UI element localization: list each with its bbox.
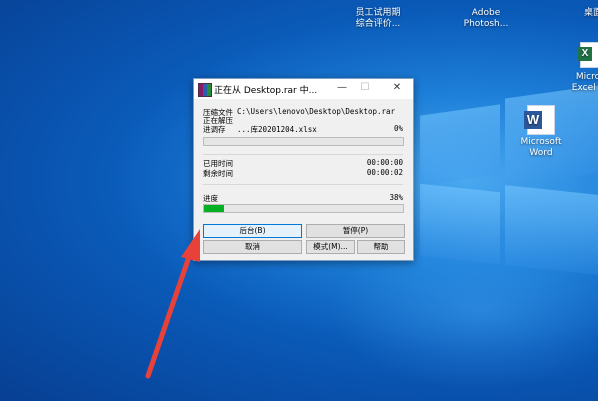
annotation-arrow-icon — [145, 229, 200, 379]
desktop-background: 员工试用期 综合评价... Adobe Photosh... 桌面 X Micr… — [0, 0, 598, 401]
arrow-head — [181, 229, 200, 262]
arrow-shaft — [145, 251, 193, 379]
